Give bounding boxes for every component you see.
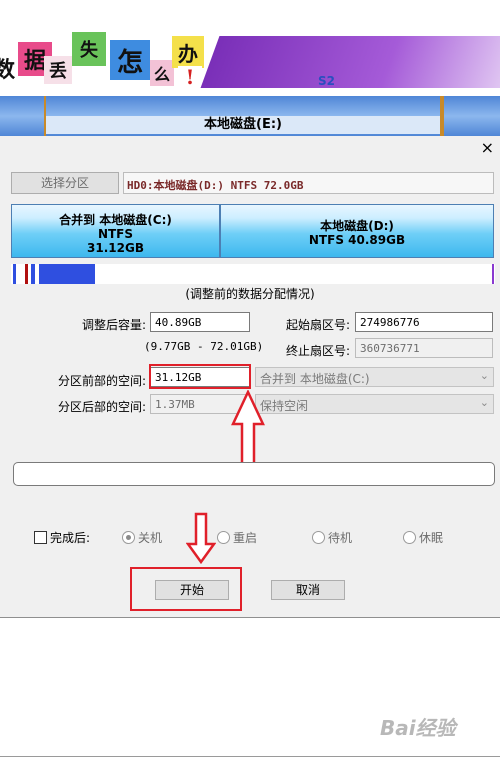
start-sector-label: 起始扇区号: [285, 318, 350, 332]
radio-restart[interactable]: 重启 [217, 529, 257, 546]
banner-char: 失 [80, 40, 98, 61]
radio-shutdown-label: 关机 [138, 531, 163, 545]
partition-d-tile[interactable]: 本地磁盘(D:) NTFS 40.89GB [220, 204, 494, 258]
banner-char: 数 [0, 57, 15, 83]
radio-hibernate-label: 休眠 [419, 531, 444, 545]
radio-shutdown[interactable]: 关机 [122, 529, 162, 546]
after-done-checkbox[interactable]: 完成后: [34, 529, 90, 546]
banner-char: 么 [153, 65, 170, 84]
progress-bar [13, 462, 495, 486]
close-icon[interactable]: × [481, 138, 494, 157]
ad-banner: 数 据 丢 失 怎 么 办 ! S2 [0, 32, 500, 90]
data-block [39, 264, 95, 284]
front-space-action-value: 合并到 本地磁盘(C:) [260, 372, 370, 386]
select-partition-button[interactable]: 选择分区 [11, 172, 119, 194]
radio-dot [217, 531, 230, 544]
disk-map-title: 本地磁盘(E:) [46, 116, 440, 134]
banner-tile: ! [178, 65, 202, 89]
radio-dot [312, 531, 325, 544]
radio-standby[interactable]: 待机 [312, 529, 352, 546]
banner-phone-text: S2 [318, 74, 335, 88]
data-distribution-bar [11, 264, 495, 284]
bottom-divider [0, 756, 500, 757]
after-done-label: 完成后: [50, 531, 91, 545]
annotation-down-arrow [186, 512, 216, 564]
data-block [25, 264, 28, 284]
banner-tile: 失 [72, 32, 106, 66]
chevron-down-icon: ⌄ [479, 369, 489, 382]
banner-char: 办 [178, 41, 198, 66]
banner-tile: 么 [150, 60, 174, 86]
radio-dot [403, 531, 416, 544]
front-space-action-select[interactable]: 合并到 本地磁盘(C:) ⌄ [255, 367, 494, 387]
size-after-label: 调整后容量: [81, 318, 146, 332]
banner-char: 怎 [116, 47, 143, 78]
partition-c-size: 31.12GB [87, 241, 144, 255]
size-after-input[interactable]: 40.89GB [150, 312, 250, 332]
partition-d-name: 本地磁盘(D:) [320, 219, 394, 233]
baidu-watermark: Bai经验 [380, 716, 456, 740]
banner-char: ! [185, 65, 195, 89]
banner-tile: 办 [172, 36, 204, 68]
banner-char: 据 [23, 48, 46, 74]
data-block [492, 264, 494, 284]
data-block [13, 264, 16, 284]
radio-hibernate[interactable]: 休眠 [403, 529, 443, 546]
cancel-button[interactable]: 取消 [271, 580, 345, 600]
disk-map-segment[interactable] [0, 96, 46, 136]
disk-info-field: HD0:本地磁盘(D:) NTFS 72.0GB [123, 172, 494, 194]
radio-restart-label: 重启 [233, 531, 258, 545]
partition-d-fs-size: NTFS 40.89GB [308, 233, 406, 247]
rear-space-label: 分区后部的空间: [57, 400, 146, 414]
banner-tile: 怎 [110, 40, 150, 80]
partition-c-tile[interactable]: 合并到 本地磁盘(C:) NTFS 31.12GB [11, 204, 220, 258]
resize-partition-dialog: × 选择分区 HD0:本地磁盘(D:) NTFS 72.0GB 合并到 本地磁盘… [0, 136, 500, 618]
chevron-down-icon: ⌄ [479, 396, 489, 409]
end-sector-input: 360736771 [355, 338, 493, 358]
banner-tile: 数 [0, 54, 18, 83]
data-distribution-caption: (调整前的数据分配情况) [185, 287, 315, 301]
annotation-red-box [149, 364, 251, 389]
annotation-up-arrow [231, 390, 265, 466]
data-block [31, 264, 35, 284]
rear-space-action-value: 保持空闲 [260, 399, 309, 413]
disk-map-strip: 本地磁盘(E:) [0, 96, 500, 136]
partition-c-fs: NTFS [97, 227, 134, 241]
banner-arrow-graphic [200, 36, 500, 88]
checkbox-box[interactable] [34, 531, 47, 544]
size-range-hint: (9.77GB - 72.01GB) [144, 340, 264, 353]
end-sector-label: 终止扇区号: [285, 344, 350, 358]
front-space-label: 分区前部的空间: [57, 374, 146, 388]
start-sector-input[interactable]: 274986776 [355, 312, 493, 332]
banner-tile: 丢 [44, 56, 72, 84]
partition-c-name: 合并到 本地磁盘(C:) [59, 213, 172, 227]
rear-space-action-select[interactable]: 保持空闲 ⌄ [255, 394, 494, 414]
disk-map-segment[interactable] [440, 96, 500, 136]
banner-char: 丢 [49, 61, 67, 82]
radio-dot [122, 531, 135, 544]
start-button[interactable]: 开始 [155, 580, 229, 600]
radio-standby-label: 待机 [328, 531, 353, 545]
